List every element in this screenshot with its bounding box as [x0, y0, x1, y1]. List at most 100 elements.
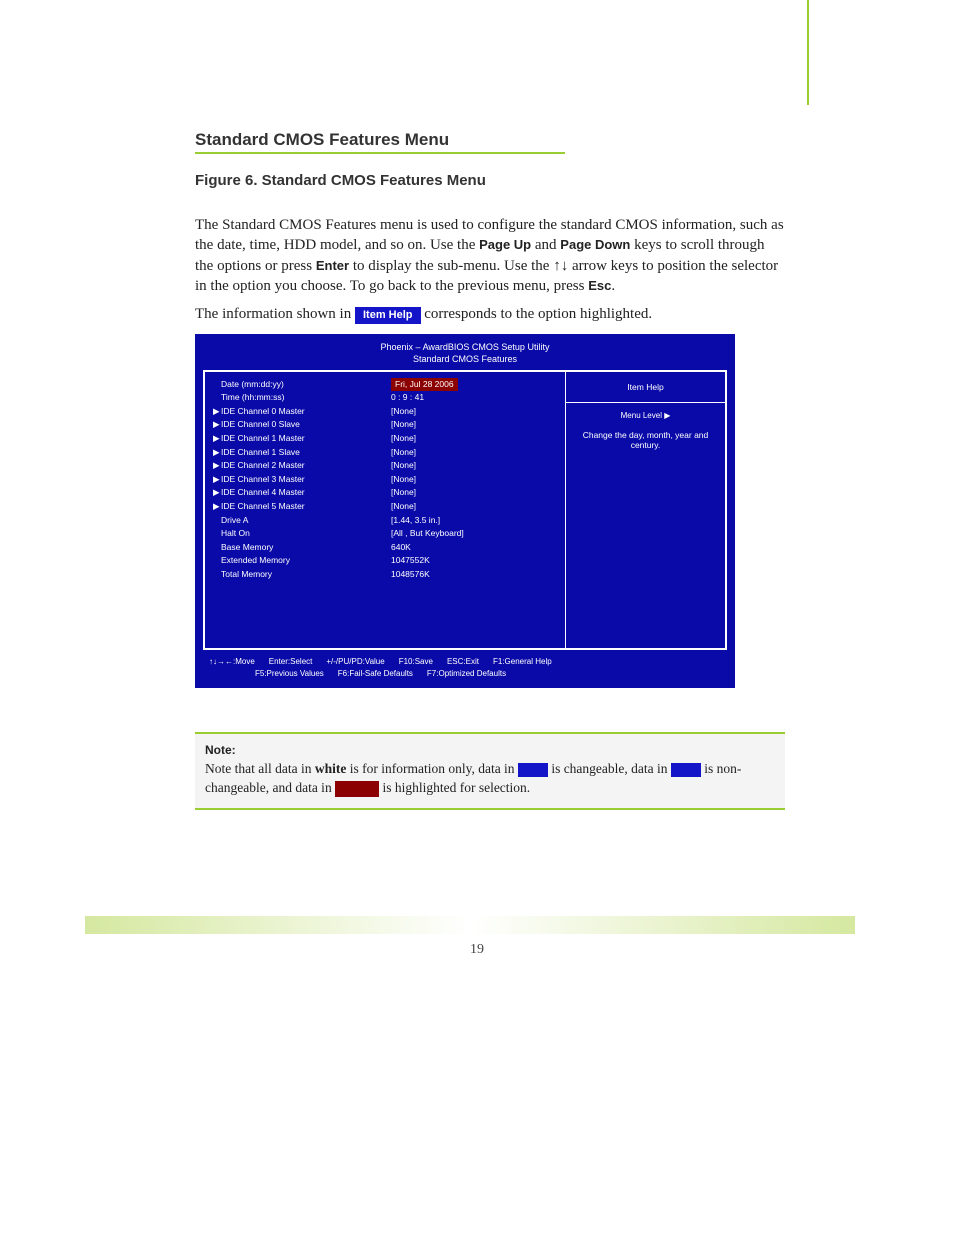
- bios-row: ▶IDE Channel 3 Master[None]: [213, 473, 557, 487]
- key-pagedown: Page Down: [560, 237, 630, 252]
- arrow-keys-icon: ↑↓: [553, 257, 568, 274]
- bios-field-label: Total Memory: [221, 568, 391, 582]
- key-pageup: Page Up: [479, 237, 531, 252]
- text: The information shown in: [195, 306, 355, 322]
- bios-header: Phoenix – AwardBIOS CMOS Setup Utility S…: [203, 342, 727, 365]
- bios-key-hint: Enter:Select: [269, 656, 313, 668]
- submenu-triangle-icon: [213, 541, 221, 555]
- bios-help-text: Change the day, month, year and century.: [574, 430, 717, 450]
- submenu-triangle-icon: ▶: [213, 486, 221, 500]
- bios-field-value: [None]: [391, 418, 416, 432]
- bios-key-hint: F6:Fail-Safe Defaults: [338, 668, 413, 680]
- bios-field-value: Fri, Jul 28 2006: [391, 378, 458, 392]
- bios-field-label: IDE Channel 3 Master: [221, 473, 391, 487]
- bios-field-label: Base Memory: [221, 541, 391, 555]
- bios-field-label: IDE Channel 2 Master: [221, 459, 391, 473]
- note-box: Note: Note that all data in white is for…: [195, 732, 785, 811]
- submenu-triangle-icon: ▶: [213, 459, 221, 473]
- section-title: Standard CMOS Features Menu: [195, 130, 785, 150]
- bios-field-value: [None]: [391, 446, 416, 460]
- note-white-label: white: [315, 761, 347, 776]
- bios-row: ▶IDE Channel 4 Master[None]: [213, 486, 557, 500]
- bios-row: Date (mm:dd:yy)Fri, Jul 28 2006: [213, 378, 557, 392]
- bios-row: ▶IDE Channel 0 Slave[None]: [213, 418, 557, 432]
- title-underline: [195, 152, 565, 154]
- submenu-triangle-icon: [213, 378, 221, 392]
- submenu-triangle-icon: [213, 527, 221, 541]
- text: to display the sub-menu. Use the: [349, 258, 553, 274]
- bios-key-hint: +/-/PU/PD:Value: [326, 656, 384, 668]
- submenu-triangle-icon: [213, 554, 221, 568]
- note-text: Note that all data in: [205, 761, 315, 776]
- bios-field-value: [None]: [391, 486, 416, 500]
- bios-field-label: Halt On: [221, 527, 391, 541]
- bios-header-line: Standard CMOS Features: [203, 354, 727, 366]
- bios-key-hint: ESC:Exit: [447, 656, 479, 668]
- yellow-chip-icon: [518, 763, 548, 777]
- bios-field-value: 0 : 9 : 41: [391, 391, 424, 405]
- note-text: is changeable, data in: [548, 761, 671, 776]
- bios-row: ▶IDE Channel 1 Slave[None]: [213, 446, 557, 460]
- bios-row: ▶IDE Channel 0 Master[None]: [213, 405, 557, 419]
- bios-field-value: [1.44, 3.5 in.]: [391, 514, 440, 528]
- bios-field-label: IDE Channel 0 Slave: [221, 418, 391, 432]
- figure-caption: Figure 6. Standard CMOS Features Menu: [195, 172, 785, 189]
- bios-header-line: Phoenix – AwardBIOS CMOS Setup Utility: [203, 342, 727, 354]
- submenu-triangle-icon: ▶: [213, 500, 221, 514]
- text: corresponds to the option highlighted.: [421, 306, 653, 322]
- red-chip-icon: [335, 781, 379, 797]
- bios-field-label: Date (mm:dd:yy): [221, 378, 391, 392]
- bios-row: Extended Memory1047552K: [213, 554, 557, 568]
- bios-key-hint: F10:Save: [399, 656, 433, 668]
- text: and: [531, 237, 560, 253]
- bios-key-hint: ↑↓→←:Move: [209, 656, 255, 668]
- bios-help-title: Item Help: [566, 372, 725, 403]
- bios-key-hint: F7:Optimized Defaults: [427, 668, 506, 680]
- note-text: is highlighted for selection.: [379, 780, 530, 795]
- bios-row: Drive A[1.44, 3.5 in.]: [213, 514, 557, 528]
- page-number: 19: [0, 942, 954, 958]
- bios-help-body: Menu Level ▶ Change the day, month, year…: [566, 403, 725, 458]
- submenu-triangle-icon: ▶: [213, 418, 221, 432]
- bios-field-value: 1047552K: [391, 554, 430, 568]
- intro-paragraph-1: The Standard CMOS Features menu is used …: [195, 215, 785, 296]
- intro-paragraph-2: The information shown in Item Help corre…: [195, 304, 785, 324]
- bios-field-label: IDE Channel 1 Master: [221, 432, 391, 446]
- submenu-triangle-icon: ▶: [213, 446, 221, 460]
- note-text: is for information only, data in: [346, 761, 518, 776]
- text: .: [611, 278, 615, 294]
- bios-main-pane: Date (mm:dd:yy)Fri, Jul 28 2006Time (hh:…: [205, 372, 565, 648]
- bios-row: Base Memory640K: [213, 541, 557, 555]
- bios-field-value: [None]: [391, 405, 416, 419]
- bios-field-label: IDE Channel 0 Master: [221, 405, 391, 419]
- bios-row: ▶IDE Channel 2 Master[None]: [213, 459, 557, 473]
- bios-field-value: [All , But Keyboard]: [391, 527, 464, 541]
- bios-key-hint: F1:General Help: [493, 656, 552, 668]
- bios-row: ▶IDE Channel 5 Master[None]: [213, 500, 557, 514]
- submenu-triangle-icon: [213, 514, 221, 528]
- key-enter: Enter: [316, 258, 349, 273]
- bios-field-label: IDE Channel 4 Master: [221, 486, 391, 500]
- bios-footer: ↑↓→←:Move Enter:Select +/-/PU/PD:Value F…: [203, 650, 727, 684]
- note-title: Note:: [205, 742, 775, 759]
- bios-screenshot: Phoenix – AwardBIOS CMOS Setup Utility S…: [195, 334, 735, 687]
- page-accent-rule: [807, 0, 809, 105]
- page-footer-bar: [85, 916, 855, 934]
- bios-field-label: Extended Memory: [221, 554, 391, 568]
- bios-field-label: Time (hh:mm:ss): [221, 391, 391, 405]
- page-content: Standard CMOS Features Menu Figure 6. St…: [195, 130, 785, 810]
- bios-field-value: 1048576K: [391, 568, 430, 582]
- bios-help-pane: Item Help Menu Level ▶ Change the day, m…: [565, 372, 725, 648]
- submenu-triangle-icon: [213, 568, 221, 582]
- bios-row: Halt On[All , But Keyboard]: [213, 527, 557, 541]
- blue-chip-icon: [671, 763, 701, 777]
- bios-row: ▶IDE Channel 1 Master[None]: [213, 432, 557, 446]
- submenu-triangle-icon: [213, 391, 221, 405]
- bios-field-value: [None]: [391, 500, 416, 514]
- bios-field-value: [None]: [391, 459, 416, 473]
- submenu-triangle-icon: ▶: [213, 473, 221, 487]
- bios-row: Total Memory1048576K: [213, 568, 557, 582]
- bios-field-value: [None]: [391, 473, 416, 487]
- bios-row: Time (hh:mm:ss)0 : 9 : 41: [213, 391, 557, 405]
- bios-key-hint: F5:Previous Values: [255, 668, 324, 680]
